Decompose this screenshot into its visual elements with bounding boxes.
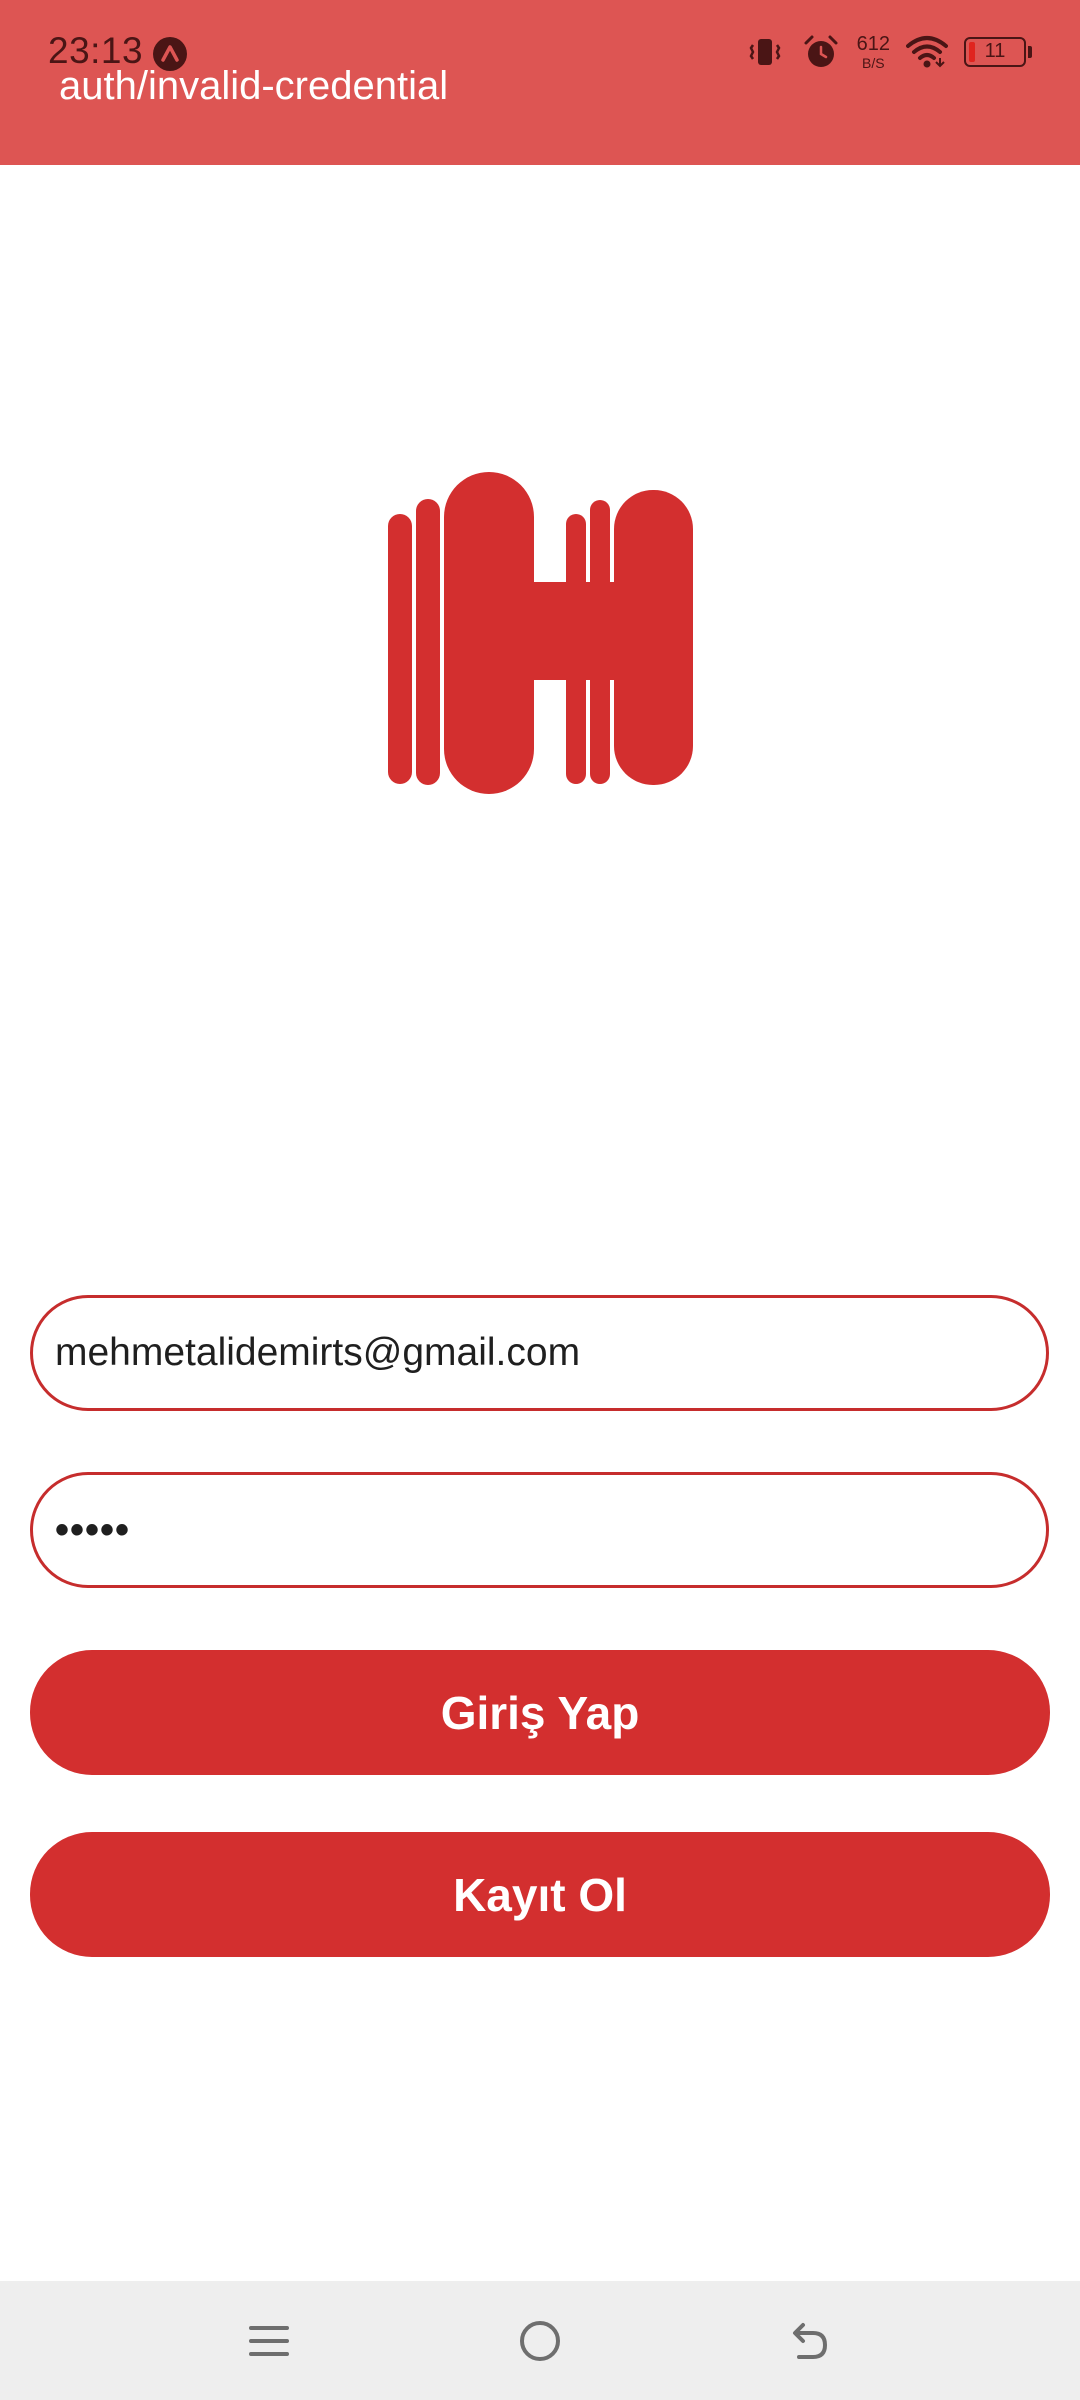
menu-icon (249, 2326, 289, 2356)
h-logo-icon (388, 472, 693, 794)
password-field[interactable]: ••••• (30, 1472, 1049, 1588)
alarm-icon (804, 35, 838, 67)
email-field[interactable]: mehmetalidemirts@gmail.com (30, 1295, 1049, 1411)
home-button[interactable] (502, 2303, 578, 2379)
network-speed: 612 B/S (857, 34, 890, 70)
vibrate-icon (749, 39, 781, 65)
login-screen: 23:13 612 B/S 11 auth/invalid-credential… (0, 0, 1080, 2400)
register-button[interactable]: Kayıt Ol (30, 1832, 1050, 1957)
wifi-icon (906, 36, 948, 68)
error-message: auth/invalid-credential (59, 64, 449, 108)
login-button[interactable]: Giriş Yap (30, 1650, 1050, 1775)
email-value: mehmetalidemirts@gmail.com (55, 1331, 581, 1374)
navigation-bar (0, 2281, 1080, 2400)
back-button[interactable] (771, 2303, 847, 2379)
back-icon (793, 2323, 828, 2359)
battery-cap (1028, 46, 1032, 58)
home-icon (520, 2321, 560, 2361)
header-bar: 23:13 612 B/S 11 auth/invalid-credential (0, 0, 1080, 165)
menu-button[interactable] (231, 2303, 307, 2379)
status-icons: 612 B/S 11 (745, 28, 1032, 76)
battery-icon: 11 (964, 37, 1026, 67)
network-speed-value: 612 (856, 33, 890, 55)
battery-level-text: 11 (984, 40, 1006, 62)
login-button-label: Giriş Yap (440, 1686, 640, 1739)
network-speed-unit: B/S (862, 55, 885, 71)
register-button-label: Kayıt Ol (453, 1868, 627, 1921)
password-value: ••••• (55, 1507, 131, 1552)
